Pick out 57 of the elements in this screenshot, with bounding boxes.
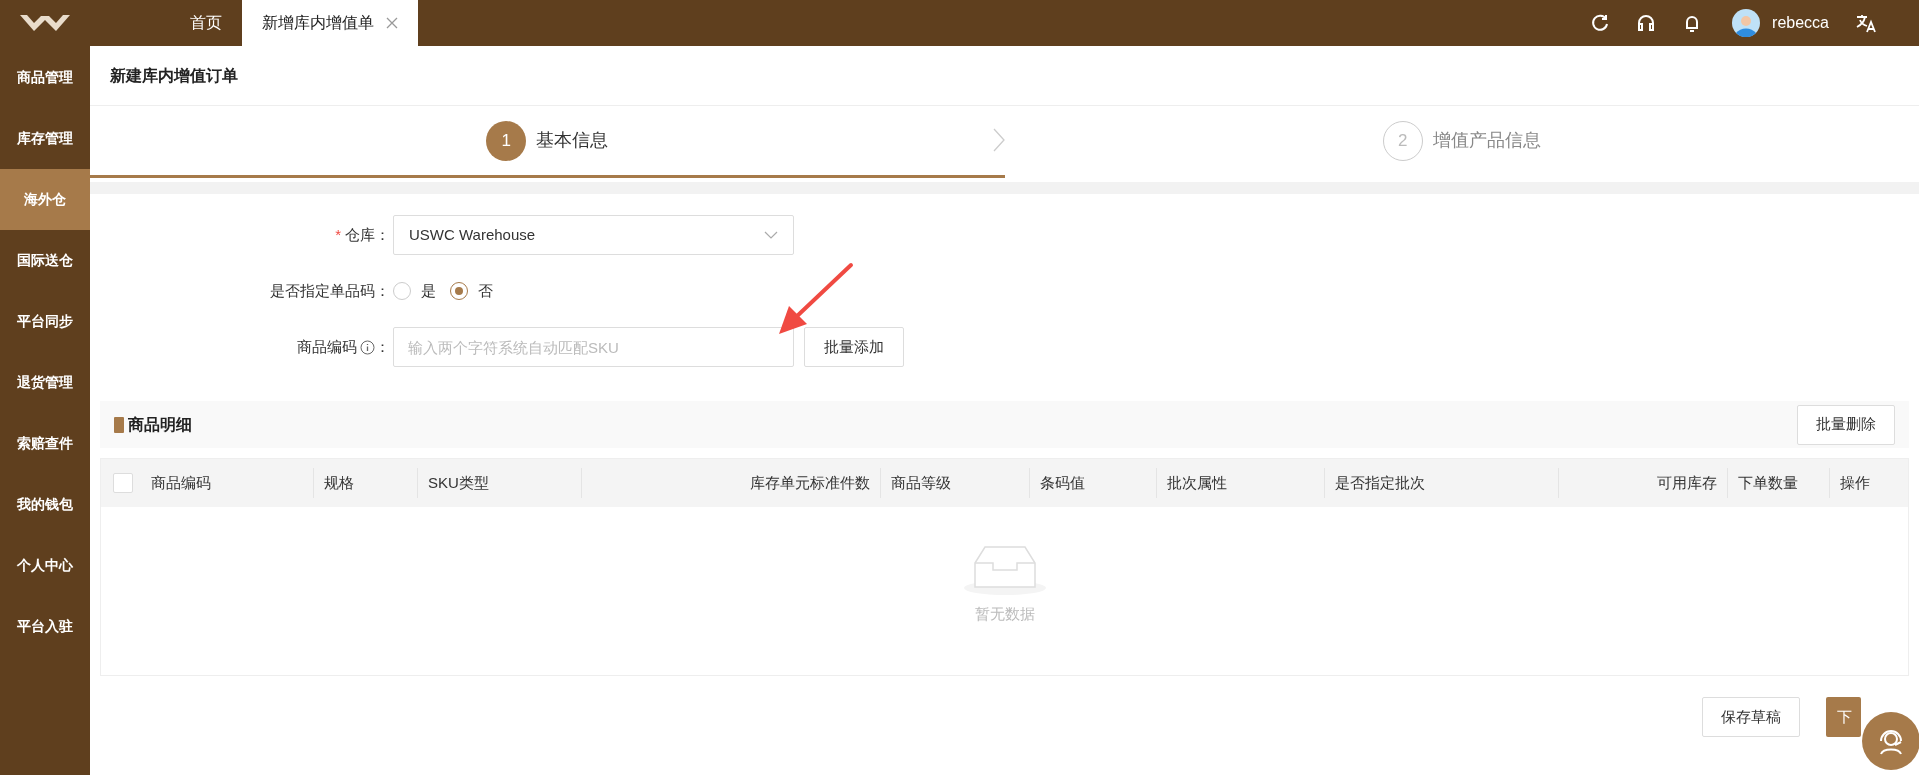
warehouse-select[interactable]: USWC Warehouse (393, 215, 794, 255)
page-tab[interactable]: 新增库内增值单 (242, 0, 418, 46)
column-header: 是否指定批次 (1335, 472, 1425, 493)
sidebar-item[interactable]: 索赔查件 (0, 413, 90, 474)
select-all-checkbox[interactable] (113, 473, 133, 493)
radio-label: 否 (478, 280, 493, 301)
sidebar-item[interactable]: 库存管理 (0, 108, 90, 169)
batch-delete-button[interactable]: 批量删除 (1797, 404, 1895, 445)
required-mark: * (335, 224, 341, 245)
chevron-right-icon (992, 128, 1005, 152)
sidebar-item[interactable]: 国际送仓 (0, 230, 90, 291)
sku-input-field[interactable]: 输入两个字符系统自动匹配SKU (393, 327, 794, 367)
close-icon[interactable] (386, 17, 398, 29)
radio-label: 是 (421, 280, 436, 301)
sidebar-item[interactable]: 平台同步 (0, 291, 90, 352)
sidebar-item[interactable]: 退货管理 (0, 352, 90, 413)
column-header: 条码值 (1040, 472, 1085, 493)
sidebar-item[interactable]: 商品管理 (0, 47, 90, 108)
label-colon: ： (375, 280, 390, 301)
field-label: 仓库 (345, 224, 375, 245)
label-colon: ： (375, 336, 390, 357)
support-chat-button[interactable] (1862, 712, 1919, 770)
book-icon (114, 416, 124, 433)
column-header: 可用库存 (1657, 472, 1717, 493)
chevron-down-icon (764, 231, 778, 239)
step-tab[interactable]: 1 基本信息 (90, 106, 1005, 178)
step-tab[interactable]: 2 增值产品信息 (1004, 106, 1919, 178)
user-name[interactable]: rebecca (1772, 11, 1829, 35)
column-header: SKU类型 (428, 472, 489, 493)
column-header: 操作 (1840, 472, 1870, 493)
sidebar-item[interactable]: 海外仓 (0, 169, 90, 230)
sidebar-item[interactable]: 我的钱包 (0, 474, 90, 535)
next-button[interactable]: 下 (1826, 697, 1861, 737)
column-header: 批次属性 (1167, 472, 1227, 493)
refresh-icon[interactable] (1590, 13, 1611, 33)
sidebar-item[interactable]: 个人中心 (0, 535, 90, 596)
page-title: 新建库内增值订单 (110, 65, 238, 86)
column-header: 规格 (324, 472, 354, 493)
logo-icon (19, 13, 71, 33)
column-header: 商品编码 (151, 472, 211, 493)
empty-box-icon (962, 543, 1047, 595)
batch-add-button[interactable]: 批量添加 (804, 327, 904, 367)
section-title: 商品明细 (128, 414, 192, 435)
label-colon: ： (375, 224, 390, 245)
avatar-icon[interactable] (1732, 9, 1761, 37)
column-header: 商品等级 (891, 472, 951, 493)
translate-icon[interactable] (1855, 12, 1877, 34)
column-header: 下单数量 (1738, 472, 1798, 493)
sidebar-item[interactable]: 平台入驻 (0, 596, 90, 657)
field-label: 商品编码 (297, 336, 357, 357)
save-draft-button[interactable]: 保存草稿 (1702, 697, 1800, 737)
page-tab[interactable]: 首页 (170, 0, 242, 46)
column-header: 库存单元标准件数 (750, 472, 870, 493)
empty-text: 暂无数据 (974, 604, 1035, 624)
headphones-icon[interactable] (1636, 13, 1657, 33)
info-icon[interactable] (360, 339, 375, 355)
field-label: 是否指定单品码 (270, 280, 375, 301)
